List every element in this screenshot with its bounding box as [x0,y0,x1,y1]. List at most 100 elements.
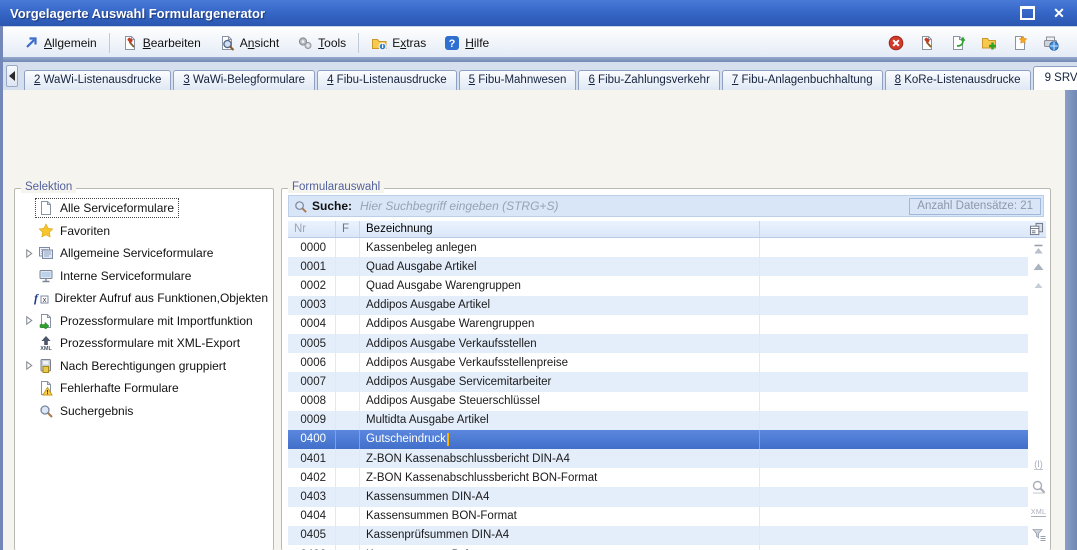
row-f-cell [336,315,360,334]
close-button[interactable]: ✕ [1049,3,1069,23]
toolbar-form-new-button[interactable] [1010,33,1030,53]
permissions-icon [38,358,54,374]
table-row[interactable]: 0004 Addipos Ausgabe Warengruppen [288,315,1028,334]
column-header-nr[interactable]: Nr [288,221,336,237]
row-name-cell: Gutscheindruck [360,430,760,449]
table-row[interactable]: 0406Kassensummen Belege [288,545,1028,550]
tab-8[interactable]: 8 KoRe-Listenausdrucke [885,70,1031,90]
table-row[interactable]: 0003 Addipos Ausgabe Artikel [288,296,1028,315]
menu-item-bearbeiten[interactable]: Bearbeiten [113,31,210,55]
row-f-cell [336,526,360,545]
row-name-text: Kassensummen DIN-A4 [366,491,489,503]
row-empty-cell [760,411,1028,430]
menu-item-label: Bearbeiten [143,36,201,50]
row-f-cell [336,257,360,276]
toolbar-form-edit-button[interactable] [917,33,937,53]
column-chooser-button[interactable] [1026,221,1046,237]
row-name-cell: Addipos Ausgabe Verkaufsstellenpreise [360,353,760,372]
row-f-cell [336,430,360,449]
row-name-text: Addipos Ausgabe Artikel [366,299,490,311]
menu-item-allgemein[interactable]: Allgemein [14,31,106,55]
table-row[interactable]: 0402Z-BON Kassenabschlussbericht BON-For… [288,468,1028,487]
scroll-top-button[interactable] [1029,242,1048,260]
column-header-f[interactable]: F [336,221,360,237]
selection-group-title: Selektion [21,181,76,193]
table-row[interactable]: 0401Z-BON Kassenabschlussbericht DIN-A4 [288,449,1028,468]
form-selection-group-title: Formularauswahl [288,181,384,193]
tab-5[interactable]: 5 Fibu-Mahnwesen [459,70,577,90]
table-row[interactable]: 0001Quad Ausgabe Artikel [288,257,1028,276]
tree-item-content: Prozessformulare mit Importfunktion [35,311,258,331]
column-header-empty [760,221,1026,237]
toolbar-form-copy-button[interactable] [948,33,968,53]
band-button[interactable]: (I) [1029,456,1048,474]
row-name-text: Kassensummen BON-Format [366,510,517,522]
tree-item[interactable]: Allgemeine Serviceformulare [15,242,273,265]
tree-item[interactable]: fxDirekter Aufruf aus Funktionen,Objekte… [15,287,273,310]
step-up-button[interactable] [1029,278,1048,296]
tree-item[interactable]: Prozessformulare mit Importfunktion [15,310,273,333]
tab-9[interactable]: 9 SRV-Serviceformulare [1033,66,1077,90]
doc-hammer-icon [122,35,138,51]
table-row[interactable]: 0006Addipos Ausgabe Verkaufsstellenpreis… [288,353,1028,372]
search-bar: Suche: Anzahl Datensätze: 21 [288,195,1044,217]
menu-item-extras[interactable]: Extras [362,31,435,55]
menu-item-tools[interactable]: Tools [288,31,355,55]
table-row[interactable]: 0405Kassenprüfsummen DIN-A4 [288,526,1028,545]
table-row[interactable]: 0005Addipos Ausgabe Verkaufsstellen [288,334,1028,353]
tree-item[interactable]: Nach Berechtigungen gruppiert [15,355,273,378]
move-up-button[interactable] [1029,260,1048,278]
svg-text:f: f [34,291,39,305]
tab-2[interactable]: 2 WaWi-Listenausdrucke [24,70,171,90]
tree-item[interactable]: Suchergebnis [15,400,273,423]
zoom-button[interactable] [1029,478,1048,496]
search-input[interactable] [358,196,903,216]
row-nr-cell: 0003 [288,296,336,315]
tab-3[interactable]: 3 WaWi-Belegformulare [173,70,315,90]
tree-item[interactable]: Alle Serviceformulare [15,197,273,220]
table-row[interactable]: 0008Addipos Ausgabe Steuerschlüssel [288,392,1028,411]
tree-item[interactable]: Fehlerhafte Formulare [15,377,273,400]
error-doc-icon [38,380,54,396]
row-nr-cell: 0004 [288,315,336,334]
tab-7[interactable]: 7 Fibu-Anlagenbuchhaltung [722,70,883,90]
tab-4[interactable]: 4 Fibu-Listenausdrucke [317,70,457,90]
table-row[interactable]: 0404Kassensummen BON-Format [288,507,1028,526]
tree-item[interactable]: Interne Serviceformulare [15,265,273,288]
xml-button[interactable]: XML [1029,504,1048,522]
restore-icon [1020,6,1035,20]
tree-item-content: XMLProzessformulare mit XML-Export [35,333,245,353]
tab-scroll-left-button[interactable] [6,65,18,87]
menu-item-hilfe[interactable]: ?Hilfe [435,31,498,55]
tree-item[interactable]: XMLProzessformulare mit XML-Export [15,332,273,355]
row-name-text: Addipos Ausgabe Verkaufsstellen [366,338,537,350]
table-row[interactable]: 0400Gutscheindruck [288,430,1028,449]
row-name-text: Kassenbeleg anlegen [366,242,477,254]
row-name-text: Addipos Ausgabe Warengruppen [366,318,534,330]
toolbar-print-globe-button[interactable] [1041,33,1061,53]
column-header-bezeichnung[interactable]: Bezeichnung [360,221,760,237]
restore-button[interactable] [1017,3,1037,23]
filter-button[interactable] [1029,526,1048,544]
table-row[interactable]: 0009Multidta Ausgabe Artikel [288,411,1028,430]
selection-groupbox: Selektion Alle ServiceformulareFavoriten… [14,188,274,550]
table-row[interactable]: 0002Quad Ausgabe Warengruppen [288,276,1028,295]
row-name-text: Quad Ausgabe Warengruppen [366,280,521,292]
row-empty-cell [760,392,1028,411]
row-name-cell: Addipos Ausgabe Warengruppen [360,315,760,334]
tab-6[interactable]: 6 Fibu-Zahlungsverkehr [578,70,719,90]
tree-item[interactable]: Favoriten [15,220,273,243]
row-name-cell: Multidta Ausgabe Artikel [360,411,760,430]
table-row[interactable]: 0403Kassensummen DIN-A4 [288,487,1028,506]
svg-text:XML: XML [40,346,52,351]
row-name-text: Kassenprüfsummen DIN-A4 [366,529,509,541]
star-icon [38,223,54,239]
toolbar-cancel-button[interactable] [886,33,906,53]
toolbar-folder-add-button[interactable] [979,33,999,53]
row-name-text: Z-BON Kassenabschlussbericht BON-Format [366,472,597,484]
text-caret [447,433,449,446]
table-row[interactable]: 0007Addipos Ausgabe Servicemitarbeiter [288,372,1028,391]
menu-item-ansicht[interactable]: Ansicht [210,31,288,55]
table-row[interactable]: 0000Kassenbeleg anlegen [288,238,1028,257]
form-copy-icon [950,35,966,51]
